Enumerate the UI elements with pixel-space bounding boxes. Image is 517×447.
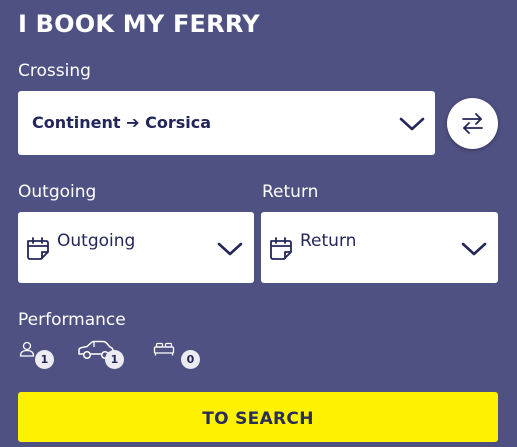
outgoing-label: Outgoing — [18, 182, 97, 202]
person-icon — [19, 341, 35, 357]
return-label: Return — [262, 182, 319, 202]
calendar-icon — [27, 237, 49, 260]
vehicles-count-badge: 1 — [105, 350, 124, 369]
crossing-value: Continent ➔ Corsica — [32, 113, 211, 132]
calendar-icon — [270, 237, 292, 260]
search-button[interactable]: TO SEARCH — [18, 392, 498, 442]
crossing-select[interactable]: Continent ➔ Corsica — [18, 91, 435, 155]
chevron-down-icon — [217, 242, 243, 256]
page-title: I BOOK MY FERRY — [18, 10, 260, 38]
outgoing-date-value: Outgoing — [57, 231, 136, 251]
chevron-down-icon — [399, 117, 425, 131]
outgoing-date-field[interactable]: Outgoing — [18, 212, 254, 283]
return-date-value: Return — [300, 231, 357, 251]
cabins-count-badge: 0 — [181, 350, 200, 369]
passengers-count-badge: 1 — [35, 350, 54, 369]
crossing-label: Crossing — [18, 61, 91, 81]
return-date-field[interactable]: Return — [261, 212, 498, 283]
bed-icon — [153, 342, 175, 356]
performance-label: Performance — [18, 310, 126, 330]
chevron-down-icon — [461, 242, 487, 256]
swap-icon — [462, 113, 483, 134]
swap-crossing-button[interactable] — [447, 98, 498, 149]
